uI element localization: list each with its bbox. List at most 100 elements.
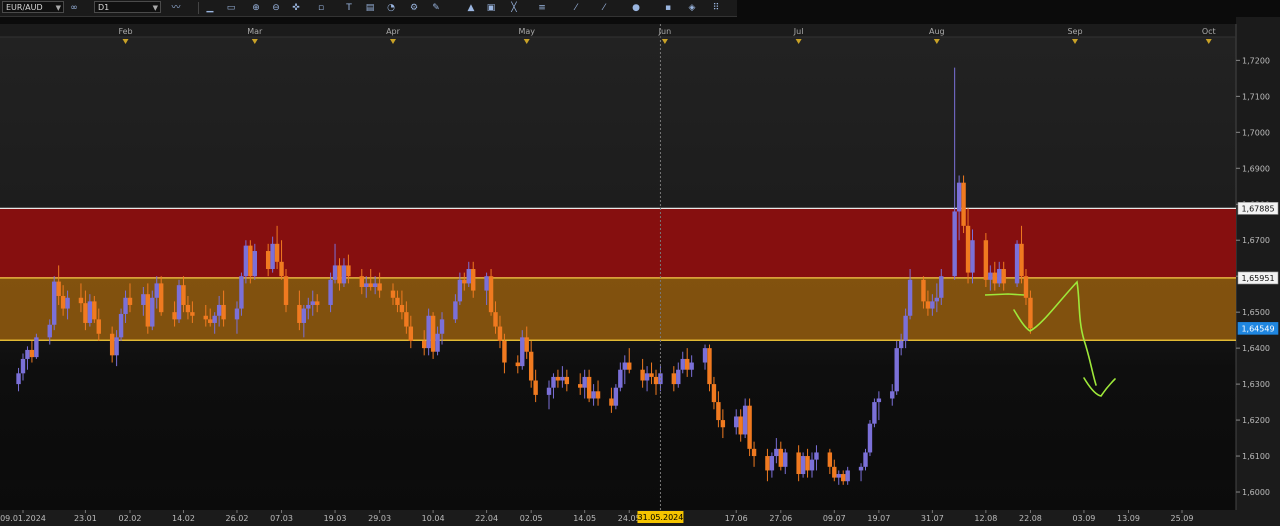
candle-body — [591, 391, 596, 399]
level-price-label: 1,67885 — [1241, 204, 1274, 213]
candle-body — [551, 376, 556, 388]
candle-body — [956, 182, 962, 212]
x-tick-label: 14.05 — [573, 514, 596, 523]
y-tick-label: 1,7100 — [1242, 92, 1270, 101]
x-tick-label: 09.01.2024 — [0, 514, 46, 523]
candle-body — [867, 423, 873, 453]
candle-body — [546, 387, 552, 395]
candle-body — [618, 369, 623, 388]
candle-body — [809, 459, 815, 471]
candle-body — [609, 398, 614, 406]
y-tick-label: 1,6900 — [1242, 164, 1270, 173]
candle-body — [216, 304, 222, 316]
y-tick-label: 1,7000 — [1242, 128, 1270, 137]
candle-body — [970, 240, 975, 273]
candle-body — [769, 456, 775, 471]
candle-body — [582, 376, 587, 388]
candle-body — [930, 301, 935, 309]
x-tick-label: 12.08 — [974, 514, 997, 523]
candle-body — [1028, 297, 1033, 329]
x-tick-label: 10.04 — [422, 514, 445, 523]
candle-body — [890, 391, 895, 399]
x-tick-label: 02.02 — [119, 514, 142, 523]
candle-body — [118, 313, 124, 338]
candle-body — [800, 456, 806, 475]
candle-body — [925, 301, 931, 309]
candle-body — [564, 376, 570, 385]
candle-body — [47, 324, 52, 338]
candle-body — [653, 376, 659, 385]
y-tick-label: 1,6100 — [1242, 452, 1270, 461]
x-tick-label: 22.04 — [475, 514, 498, 523]
month-label: Jul — [793, 27, 804, 36]
candle-body — [408, 326, 414, 341]
candle-body — [404, 312, 409, 327]
candle-body — [1019, 243, 1024, 277]
x-tick-label: 19.07 — [867, 514, 890, 523]
candle-body — [765, 456, 770, 471]
candle-body — [457, 279, 463, 302]
candle-body — [141, 294, 146, 305]
candle-body — [221, 304, 226, 320]
candle-body — [613, 387, 619, 406]
candle-body — [65, 297, 70, 309]
candle-body — [778, 448, 784, 467]
candle-body — [395, 297, 400, 305]
candle-body — [689, 362, 694, 370]
candle-body — [181, 285, 186, 305]
candle-body — [640, 369, 645, 381]
candle-body — [60, 295, 66, 309]
candle-body — [29, 349, 35, 358]
month-label: Feb — [118, 27, 132, 36]
candle-body — [346, 265, 351, 277]
candle-body — [783, 452, 788, 467]
candle-body — [466, 269, 471, 284]
candle-body — [738, 416, 743, 435]
candle-body — [876, 398, 882, 403]
candle-body — [716, 402, 721, 421]
level-price-label: 1,65951 — [1241, 274, 1274, 283]
y-tick-label: 1,7200 — [1242, 56, 1270, 65]
candle-body — [997, 269, 1002, 284]
candle-body — [145, 294, 151, 327]
candle-body — [87, 301, 93, 323]
candle-body — [390, 290, 396, 298]
candle-body — [560, 376, 565, 381]
candle-body — [435, 333, 440, 352]
candle-body — [894, 348, 899, 392]
candle-body — [430, 315, 436, 352]
candle-body — [836, 474, 841, 478]
candle-body — [56, 281, 61, 296]
chart[interactable]: 1,60001,61001,62001,63001,64001,65001,66… — [0, 0, 1280, 526]
candle-body — [150, 297, 155, 327]
candle-body — [462, 279, 467, 284]
candle-body — [622, 362, 627, 370]
candle-body — [78, 297, 84, 304]
candle-body — [172, 312, 177, 320]
candle-body — [109, 333, 115, 356]
candle-body — [399, 304, 405, 313]
annotation-stroke — [984, 293, 1025, 296]
crosshair-date-label: 31.05.2024 — [638, 513, 684, 522]
month-label: Apr — [386, 27, 401, 36]
x-tick-label: 29.03 — [368, 514, 391, 523]
candle-body — [684, 358, 690, 370]
candle-body — [1023, 276, 1029, 298]
candle-body — [234, 308, 240, 320]
candle-body — [123, 297, 128, 314]
candle-body — [154, 283, 159, 298]
candle-body — [903, 315, 908, 341]
x-tick-label: 09.07 — [823, 514, 846, 523]
candle-body — [212, 315, 217, 323]
candle-body — [297, 304, 302, 323]
candle-body — [368, 283, 373, 287]
candle-body — [934, 297, 940, 302]
candle-body — [805, 456, 810, 471]
candle-body — [274, 243, 280, 262]
x-tick-label: 27.06 — [769, 514, 792, 523]
candle-body — [658, 373, 663, 385]
candle-body — [377, 283, 382, 291]
candle-body — [858, 466, 864, 471]
candle-body — [83, 303, 88, 323]
zone-resistance — [0, 208, 1236, 278]
